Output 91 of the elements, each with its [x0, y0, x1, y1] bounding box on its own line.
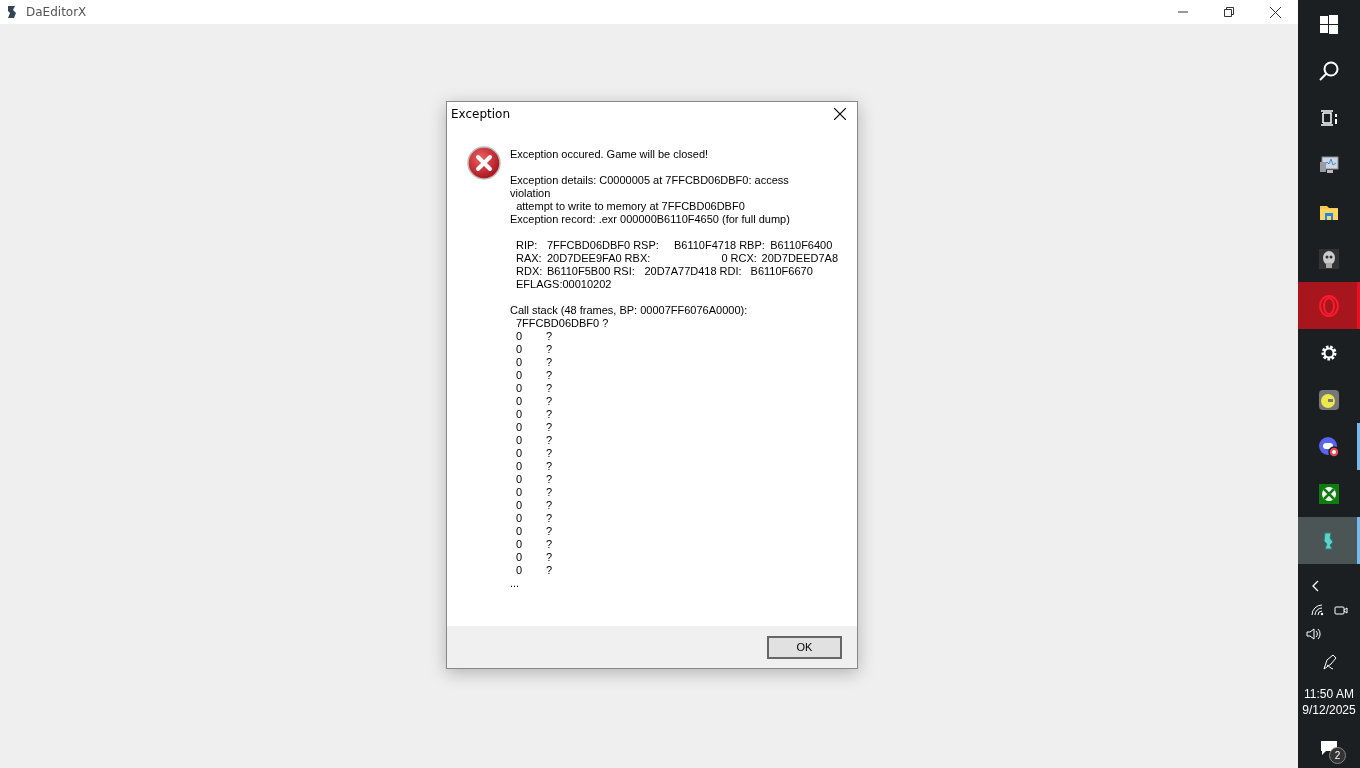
frame-symbol: ? — [546, 395, 553, 408]
frame-address: 0 — [516, 382, 524, 395]
register-value: B6110F4718 — [672, 239, 737, 252]
frame-symbol: ? — [546, 538, 553, 551]
xbox-icon — [1318, 482, 1340, 505]
frame-address: 0 — [516, 408, 524, 421]
frame-symbol: ? — [546, 460, 553, 473]
frame-symbol: ? — [546, 408, 553, 421]
frame-address: 0 — [516, 356, 524, 369]
volume-icon[interactable] — [1306, 627, 1321, 641]
ring-icon — [1318, 294, 1340, 317]
running-indicator — [1357, 423, 1360, 470]
register-value: 0 — [720, 252, 728, 265]
frame-symbol: ? — [546, 473, 553, 486]
frame-address: 0 — [516, 421, 524, 434]
call-stack-header: Call stack (48 frames, BP: 00007FF6076A0000): — [510, 304, 749, 317]
chat-bubble-icon — [1318, 435, 1340, 458]
running-indicator — [1357, 517, 1360, 564]
frame-symbol: ? — [546, 486, 553, 499]
register-label: RSP: — [633, 239, 660, 252]
register-value: 20D7DEE9FA0 — [547, 252, 622, 265]
register-label: RBX: — [624, 252, 652, 265]
error-message: Exception occured. Game will be closed! — [510, 148, 710, 161]
close-icon — [834, 108, 846, 120]
frame-symbol: ? — [546, 421, 553, 434]
chevron-icon[interactable] — [1310, 580, 1320, 592]
frame-symbol: ? — [546, 343, 553, 356]
register-label: RAX: — [516, 252, 543, 265]
frame-address: 0 — [516, 395, 524, 408]
clock-time: 11:50 AM — [1303, 686, 1355, 702]
monitor-icon — [1318, 153, 1340, 176]
camera-icon[interactable] — [1334, 603, 1348, 617]
frame-address: 0 — [516, 499, 524, 512]
frame-address: 0 — [516, 330, 524, 343]
frame-address: 0 — [516, 369, 524, 382]
frame-symbol: ? — [546, 434, 553, 447]
frame-symbol: ? — [546, 564, 553, 577]
dialog-title: Exception — [451, 107, 512, 121]
frame-address: 0 — [516, 512, 524, 525]
ellipsis-text: ... — [510, 577, 521, 590]
frame-symbol: ? — [546, 369, 553, 382]
frame-address: 0 — [516, 486, 524, 499]
frame-symbol: ? — [546, 356, 553, 369]
frame-address: 0 — [516, 525, 524, 538]
frame-address: 0 — [516, 447, 524, 460]
stack-frame: 7FFCBD06DBF0 ? — [510, 317, 852, 330]
skull-icon — [1318, 247, 1340, 270]
register-value: B6110F5B00 — [547, 265, 611, 278]
register-label: RIP: — [516, 239, 539, 252]
frame-address: 0 — [516, 551, 524, 564]
windows-icon — [1318, 12, 1340, 35]
register-label: RBP: — [739, 239, 766, 252]
frame-symbol: ? — [546, 330, 553, 343]
clock-date: 9/12/2025 — [1302, 702, 1356, 718]
figure-icon — [6, 5, 18, 19]
detail-line: attempt to write to memory at 7FFCBD06DBF0 — [515, 200, 746, 213]
register-label: RDI: — [719, 265, 743, 278]
frame-symbol: ? — [546, 447, 553, 460]
error-icon — [467, 146, 501, 180]
wifi-icon[interactable] — [1310, 603, 1324, 617]
frame-address: 0 — [516, 564, 524, 577]
notification-count: 2 — [1329, 747, 1346, 764]
frame-symbol: ? — [546, 382, 553, 395]
frame-address: 0 — [516, 434, 524, 447]
register-value: 20D7DEED7A8 — [761, 252, 839, 265]
frame-address: 0 — [516, 460, 524, 473]
frame-address: 0 — [516, 538, 524, 551]
frame-address: 0 — [516, 473, 524, 486]
frame-symbol: ? — [546, 499, 553, 512]
ok-button[interactable]: OK — [767, 635, 842, 659]
register-label: RSI: — [613, 265, 636, 278]
register-value: B6110F6670 — [750, 265, 813, 278]
frame-symbol: ? — [546, 551, 553, 564]
notifications-button[interactable]: 2 — [1314, 736, 1344, 762]
frame-symbol: ? — [546, 512, 553, 525]
window-title: DaEditorX — [26, 5, 88, 19]
running-indicator — [1357, 282, 1360, 329]
restore-icon — [1224, 7, 1234, 17]
close-icon — [1269, 6, 1281, 18]
detail-line: Exception record: .exr 000000B6110F4650 (for full dump) — [510, 213, 791, 226]
register-value: B6110F6400 — [770, 239, 833, 252]
search-icon — [1318, 59, 1340, 82]
clock[interactable]: 11:50 AM 9/12/2025 — [1302, 686, 1356, 718]
pen-icon[interactable] — [1320, 653, 1338, 671]
flags-line: EFLAGS:00010202 — [515, 278, 613, 291]
register-label: RCX: — [730, 252, 758, 265]
register-label: RDX: — [516, 265, 544, 278]
register-value: 20D7A77D418 — [644, 265, 717, 278]
register-value: 7FFCBD06DBF0 — [547, 239, 631, 252]
frame-address: 0 — [516, 343, 524, 356]
frame-symbol: ? — [546, 525, 553, 538]
